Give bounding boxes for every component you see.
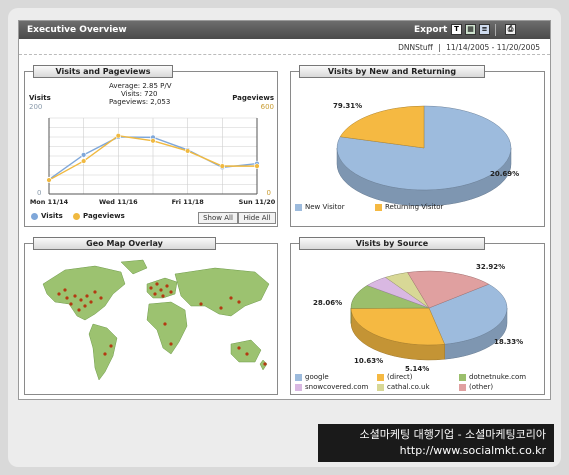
x-tick-label: Mon 11/14 <box>30 198 69 206</box>
date-range[interactable]: 11/14/2005 - 11/20/2005 <box>446 43 540 52</box>
google-legend: google <box>305 373 329 381</box>
direct-legend: (direct) <box>387 373 413 381</box>
pageviews-point <box>46 177 52 183</box>
x-tick-label: Sun 11/20 <box>239 198 276 206</box>
visits-legend-label: Visits <box>41 212 63 220</box>
south-america-shape <box>88 323 118 381</box>
direct-pct: 28.06% <box>313 299 343 307</box>
toolbar-divider <box>495 24 496 36</box>
x-tick-label: Fri 11/18 <box>172 198 205 206</box>
africa-shape <box>146 301 188 355</box>
dotnetnuke-swatch <box>459 374 466 381</box>
show-all-button[interactable]: Show All <box>198 212 238 224</box>
dotnetnuke-legend: dotnetnuke.com <box>469 373 527 381</box>
new-visitor-pct: 79.31% <box>333 102 363 110</box>
other-swatch <box>459 384 466 391</box>
visits-pageviews-chart: Mon 11/14 Wed 11/16 Fri 11/18 Sun 11/20 <box>30 117 276 206</box>
window-title: Executive Overview <box>27 25 127 35</box>
returning-visitor-swatch <box>375 204 382 211</box>
watermark-banner: 소셜마케팅 대행기업 - 소셜마케팅코리아 http://www.socialm… <box>318 424 554 462</box>
text-export-icon[interactable]: T <box>451 24 462 35</box>
other-pct: 18.33% <box>494 338 524 346</box>
export-label: Export <box>414 25 448 35</box>
north-america-shape <box>42 265 126 321</box>
doc-export-icon[interactable]: ≡ <box>479 24 490 35</box>
dotnetnuke-pct: 10.63% <box>354 357 384 365</box>
visits-legend-marker <box>31 213 38 220</box>
cathal-legend: cathal.co.uk <box>387 383 430 391</box>
watermark-line2: http://www.socialmkt.co.kr <box>399 444 546 457</box>
breadcrumb: DNNStuff | 11/14/2005 - 11/20/2005 <box>398 43 540 52</box>
pageviews-point <box>219 163 226 169</box>
direct-swatch <box>377 374 384 381</box>
returning-visitor-pct: 20.69% <box>490 170 520 178</box>
pageviews-legend-marker <box>73 213 80 220</box>
visits-by-source-panel: Visits by Source 32.92% 28.06% 10.63% 5.… <box>290 237 545 395</box>
hide-all-button[interactable]: Hide All <box>238 212 276 224</box>
pageviews-point <box>184 148 191 154</box>
title-bar: Executive Overview Export T ▦ ≡ ⎙ <box>19 21 550 39</box>
watermark-line1: 소셜마케팅 대행기업 - 소셜마케팅코리아 <box>359 428 547 441</box>
snowcovered-legend: snowcovered.com <box>305 383 369 391</box>
visits-pageviews-panel: Visits and Pageviews Visits 200 Pageview… <box>24 65 278 227</box>
new-visitor-legend: New Visitor <box>305 203 345 211</box>
pageviews-point <box>254 163 260 169</box>
snowcovered-swatch <box>295 384 302 391</box>
new-visitor-swatch <box>295 204 302 211</box>
pageviews-point <box>150 138 156 144</box>
other-legend: (other) <box>469 383 494 391</box>
google-swatch <box>295 374 302 381</box>
print-icon[interactable]: ⎙ <box>505 24 516 35</box>
filter-bar: DNNStuff | 11/14/2005 - 11/20/2005 <box>19 39 550 55</box>
australia-shape <box>230 339 262 363</box>
new-returning-panel: Visits by New and Returning 79.31% 20.69… <box>290 65 545 227</box>
pageviews-point <box>80 158 87 164</box>
site-name: DNNStuff <box>398 43 433 52</box>
snowcovered-pct: 5.14% <box>405 365 430 373</box>
pageviews-point <box>115 133 122 139</box>
returning-visitor-legend: Returning Visitor <box>385 203 444 211</box>
dashboard-window: Executive Overview Export T ▦ ≡ ⎙ DNNStu… <box>18 20 551 400</box>
greenland-shape <box>120 259 148 275</box>
visits-point <box>80 152 87 158</box>
excel-export-icon[interactable]: ▦ <box>465 24 476 35</box>
geo-map-panel: Geo Map Overlay <box>24 237 279 396</box>
x-tick-label: Wed 11/16 <box>99 198 138 206</box>
cathal-swatch <box>377 384 384 391</box>
world-map[interactable] <box>25 244 279 396</box>
google-pct: 32.92% <box>476 263 506 271</box>
pageviews-legend-label: Pageviews <box>83 212 125 220</box>
